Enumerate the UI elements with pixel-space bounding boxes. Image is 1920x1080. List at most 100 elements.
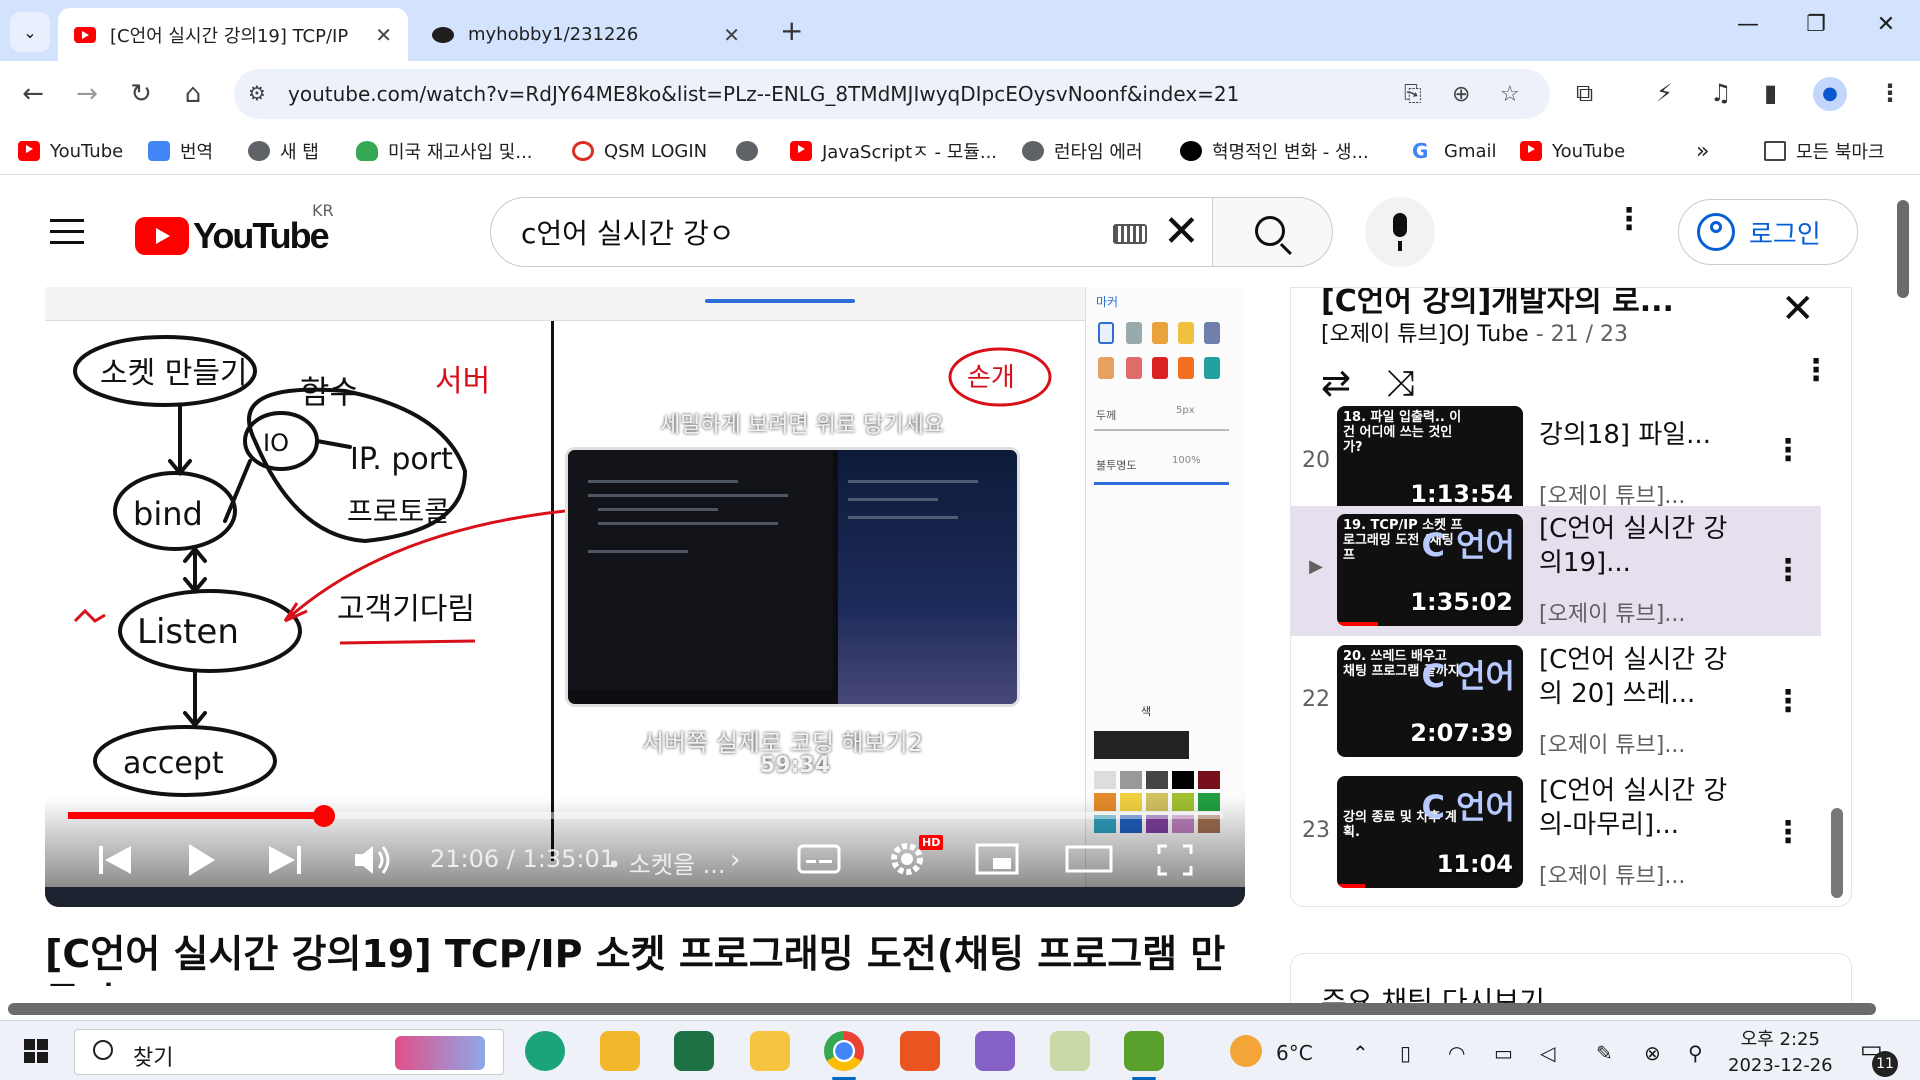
tab-youtube-video[interactable]: [C언어 실시간 강의19] TCP/IP ✕ bbox=[58, 8, 408, 61]
loop-icon[interactable]: ⇄ bbox=[1321, 363, 1351, 404]
battery-icon[interactable]: ▭ bbox=[1494, 1041, 1513, 1065]
video-thumbnail[interactable]: 19. TCP/IP 소켓 프로그래밍 도전 (채팅 프 C 언어 1:35:0… bbox=[1337, 514, 1523, 626]
pen-icon[interactable]: ✎ bbox=[1596, 1041, 1613, 1065]
window-close-button[interactable]: ✕ bbox=[1866, 12, 1906, 37]
item-menu-icon[interactable]: ⋮ bbox=[1773, 818, 1803, 848]
playlist-item-channel[interactable]: [오제이 튜브]... bbox=[1539, 727, 1685, 759]
taskbar-search[interactable]: 찾기 bbox=[74, 1029, 504, 1075]
tab-github[interactable]: myhobby1/231226 ✕ bbox=[416, 8, 756, 61]
previous-button[interactable] bbox=[97, 842, 133, 878]
close-icon[interactable]: ✕ bbox=[1781, 288, 1815, 332]
new-tab-button[interactable]: + bbox=[780, 14, 803, 47]
bookmark-revolution[interactable]: 혁명적인 변화 - 생... bbox=[1180, 139, 1369, 163]
bookmark-globe[interactable] bbox=[736, 139, 768, 163]
shuffle-icon[interactable]: ⤨ bbox=[1386, 363, 1415, 405]
side-panel-icon[interactable]: ▮ bbox=[1764, 79, 1777, 107]
bookmark-qsm[interactable]: QSM LOGIN bbox=[572, 139, 707, 163]
playlist-channel[interactable]: [오제이 튜브]OJ Tube bbox=[1321, 322, 1529, 347]
playlist-item-title[interactable]: 강의18] 파일... bbox=[1539, 418, 1739, 452]
blocked-icon[interactable]: ⊗ bbox=[1644, 1041, 1661, 1065]
video-thumbnail[interactable]: 강의 종료 및 차후 계획. C 언어 11:04 bbox=[1337, 776, 1523, 888]
all-bookmarks-button[interactable]: 모든 북마크 bbox=[1764, 139, 1885, 163]
bookmark-star-icon[interactable]: ☆ bbox=[1500, 82, 1520, 107]
bookmark-youtube-2[interactable]: YouTube bbox=[1520, 139, 1625, 163]
miniplayer-icon[interactable] bbox=[975, 842, 1019, 876]
profile-avatar[interactable]: ● bbox=[1813, 77, 1847, 111]
subtitles-icon[interactable] bbox=[797, 842, 841, 876]
next-button[interactable] bbox=[267, 842, 303, 878]
install-app-icon[interactable]: ⎘ bbox=[1404, 82, 1422, 107]
chatgpt-app-icon[interactable] bbox=[525, 1031, 565, 1071]
bookmark-translate[interactable]: 번역 bbox=[148, 139, 213, 163]
fullscreen-icon[interactable] bbox=[1155, 842, 1195, 878]
chevron-up-icon[interactable]: ⌃ bbox=[1352, 1041, 1369, 1065]
item-menu-icon[interactable]: ⋮ bbox=[1773, 436, 1803, 466]
volume-icon[interactable] bbox=[353, 842, 393, 878]
ubuntu-app-icon[interactable] bbox=[900, 1031, 940, 1071]
notification-button[interactable]: ▭ 11 bbox=[1860, 1035, 1898, 1077]
video-thumbnail[interactable]: 18. 파일 입출력.. 이건 어디에 쓰는 것인가? 1:13:54 bbox=[1337, 406, 1523, 518]
search-button[interactable] bbox=[1213, 197, 1333, 267]
bookmarks-overflow-button[interactable]: » bbox=[1696, 139, 1709, 164]
close-icon[interactable]: ✕ bbox=[375, 23, 392, 47]
playlist-item[interactable]: 22 20. 쓰레드 배우고 채팅 프로그램 끝까지 C 언어 2:07:39 … bbox=[1291, 637, 1821, 767]
bookmark-new-tab[interactable]: 새 탭 bbox=[248, 139, 319, 163]
wifi-icon[interactable]: ◠ bbox=[1448, 1041, 1465, 1065]
reload-button[interactable]: ↻ bbox=[124, 77, 158, 111]
item-menu-icon[interactable]: ⋮ bbox=[1773, 687, 1803, 717]
home-button[interactable]: ⌂ bbox=[176, 77, 210, 111]
device-icon[interactable]: ▯ bbox=[1400, 1041, 1411, 1065]
chapter-title[interactable]: • 소켓을 ... bbox=[607, 845, 726, 880]
menu-icon[interactable] bbox=[50, 219, 84, 252]
weather-temp[interactable]: 6°C bbox=[1276, 1041, 1313, 1065]
search-box[interactable]: ✕ bbox=[490, 197, 1213, 267]
forward-button[interactable]: → bbox=[70, 77, 104, 111]
bookmark-runtime-error[interactable]: 런타임 에러 bbox=[1022, 139, 1143, 163]
play-button[interactable] bbox=[185, 842, 217, 878]
signin-button[interactable]: 로그인 bbox=[1678, 199, 1858, 265]
minimize-button[interactable]: — bbox=[1728, 12, 1768, 37]
voice-search-button[interactable] bbox=[1365, 197, 1435, 267]
search-input[interactable] bbox=[521, 212, 1081, 252]
network-icon[interactable]: ⚲ bbox=[1688, 1041, 1703, 1065]
site-info-icon[interactable]: ⚙ bbox=[248, 81, 274, 107]
visual-studio-icon[interactable] bbox=[975, 1031, 1015, 1071]
excel-app-icon[interactable] bbox=[674, 1031, 714, 1071]
speaker-icon[interactable]: ◁ bbox=[1540, 1041, 1555, 1065]
file-explorer-icon[interactable] bbox=[600, 1031, 640, 1071]
tab-search-button[interactable]: ⌄ bbox=[10, 12, 50, 52]
video-thumbnail[interactable]: 20. 쓰레드 배우고 채팅 프로그램 끝까지 C 언어 2:07:39 bbox=[1337, 645, 1523, 757]
back-button[interactable]: ← bbox=[16, 77, 50, 111]
bookmark-youtube[interactable]: YouTube bbox=[18, 139, 123, 163]
keyboard-icon[interactable] bbox=[1113, 224, 1147, 244]
chrome-menu-icon[interactable]: ⋮ bbox=[1878, 79, 1902, 107]
video-player[interactable]: 마커 두께 5px 불투명도 100% 색 소켓 만들기 함수 IO IP. p… bbox=[45, 287, 1245, 907]
restore-button[interactable]: ❐ bbox=[1796, 12, 1836, 37]
page-horizontal-scrollbar[interactable] bbox=[8, 1003, 1876, 1015]
taskbar-clock[interactable]: 오후 2:25 2023-12-26 bbox=[1728, 1027, 1833, 1079]
item-menu-icon[interactable]: ⋮ bbox=[1773, 556, 1803, 586]
playlist-item-current[interactable]: ▶ 19. TCP/IP 소켓 프로그래밍 도전 (채팅 프 C 언어 1:35… bbox=[1291, 506, 1821, 636]
bookmark-javascript[interactable]: JavaScriptㅈ - 모듈... bbox=[790, 139, 997, 163]
bookmark-us-stock[interactable]: 미국 재고사입 및... bbox=[356, 139, 533, 163]
playlist-item-title[interactable]: [C언어 실시간 강의19]... bbox=[1539, 512, 1739, 580]
playlist-more-icon[interactable]: ⋮ bbox=[1801, 356, 1831, 386]
vim-app-icon[interactable] bbox=[1124, 1031, 1164, 1080]
notes-app-icon[interactable] bbox=[750, 1031, 790, 1071]
settings-kebab-icon[interactable]: ⋮ bbox=[1614, 205, 1644, 235]
windows-start-icon[interactable] bbox=[24, 1039, 48, 1063]
playlist-scrollbar[interactable] bbox=[1831, 808, 1843, 898]
theater-mode-icon[interactable] bbox=[1065, 842, 1113, 876]
progress-bar[interactable] bbox=[68, 805, 1223, 827]
tool-app-icon[interactable] bbox=[1050, 1031, 1090, 1071]
media-control-icon[interactable]: ♫ bbox=[1710, 79, 1732, 107]
page-vertical-scrollbar[interactable] bbox=[1897, 200, 1909, 298]
playlist-item[interactable]: 23 강의 종료 및 차후 계획. C 언어 11:04 [C언어 실시간 강의… bbox=[1291, 768, 1821, 898]
performance-icon[interactable]: ⚡ bbox=[1656, 79, 1673, 107]
clear-search-icon[interactable]: ✕ bbox=[1163, 204, 1200, 260]
close-icon[interactable]: ✕ bbox=[723, 23, 740, 47]
address-bar[interactable]: ⚙ youtube.com/watch?v=RdJY64ME8ko&list=P… bbox=[234, 69, 1550, 119]
weather-icon[interactable] bbox=[1230, 1035, 1262, 1067]
extensions-icon[interactable]: ⧉ bbox=[1576, 79, 1593, 107]
playlist-item-channel[interactable]: [오제이 튜브]... bbox=[1539, 596, 1685, 628]
